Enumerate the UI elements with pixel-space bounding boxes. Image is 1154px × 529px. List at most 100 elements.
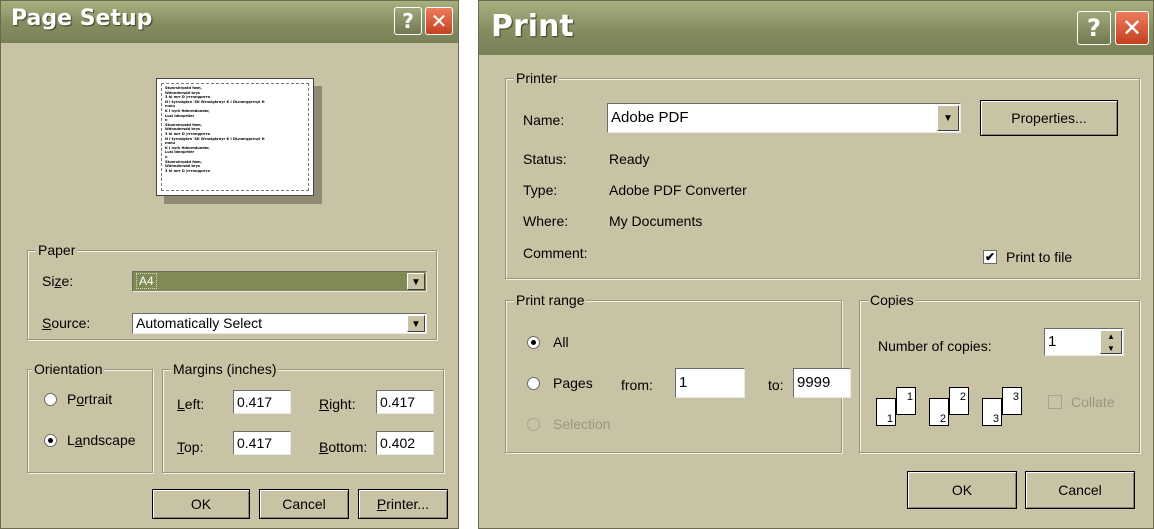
copy-icon-number: 2 xyxy=(959,391,966,403)
landscape-radio[interactable] xyxy=(44,434,57,447)
selection-label[interactable]: Selection xyxy=(553,415,611,433)
pages-label[interactable]: Pages xyxy=(553,374,593,392)
cancel-button-label: Cancel xyxy=(282,496,326,512)
to-input[interactable]: 9999 xyxy=(793,368,851,398)
properties-button[interactable]: Properties... xyxy=(980,100,1118,136)
print-range-group: Print range All Pages from: 1 to: 9999 S… xyxy=(505,292,851,453)
chevron-down-icon[interactable]: ▼ xyxy=(407,315,425,332)
copy-icon-number: 1 xyxy=(906,391,913,403)
ok-button-label: OK xyxy=(951,482,973,498)
copies-group: Copies Number of copies: 1 ▲ ▼ 1 1 2 2 3 … xyxy=(859,292,1140,453)
left-margin-input[interactable]: 0.417 xyxy=(233,390,291,414)
source-label: Source: xyxy=(42,315,91,331)
copy-icon-number: 2 xyxy=(939,413,946,425)
collate-icons: 1 1 2 2 3 3 xyxy=(876,387,1036,429)
portrait-label[interactable]: Portrait xyxy=(67,390,112,408)
status-label: Status: xyxy=(523,151,567,167)
page-setup-title: Page Setup xyxy=(11,6,153,31)
orientation-group-label: Orientation xyxy=(32,361,105,377)
close-icon: ✕ xyxy=(430,9,448,33)
printer-name-select[interactable]: Adobe PDF ▼ xyxy=(607,103,961,133)
ok-button[interactable]: OK xyxy=(152,489,250,519)
type-label: Type: xyxy=(523,182,558,198)
paper-group: Paper Size: A4 ▼ Source: Automatically S… xyxy=(27,242,437,340)
page-preview: Stunrshrpstd fwm, Wdnndnrsdd brys 3 hi mrr… xyxy=(156,78,314,196)
copy-icon: 1 xyxy=(896,387,916,415)
size-value: A4 xyxy=(136,273,157,289)
ok-button[interactable]: OK xyxy=(907,471,1017,509)
collate-label[interactable]: Collate xyxy=(1071,393,1115,411)
number-of-copies-label: Number of copies: xyxy=(878,338,992,354)
help-button[interactable]: ? xyxy=(1077,11,1111,45)
all-label[interactable]: All xyxy=(553,333,569,351)
margins-group: Margins (inches) Left: 0.417 Right: 0.41… xyxy=(162,361,444,473)
chevron-down-icon[interactable]: ▼ xyxy=(407,273,425,290)
size-select[interactable]: A4 ▼ xyxy=(132,271,427,292)
top-margin-label: Top: xyxy=(177,439,204,455)
to-label: to: xyxy=(768,377,784,393)
source-value: Automatically Select xyxy=(136,315,263,331)
landscape-label[interactable]: Landscape xyxy=(67,431,136,449)
from-input[interactable]: 1 xyxy=(675,368,745,398)
left-margin-value: 0.417 xyxy=(237,394,273,410)
copies-group-label: Copies xyxy=(868,292,916,308)
selection-radio[interactable] xyxy=(527,418,540,431)
copies-spinner[interactable]: 1 ▲ ▼ xyxy=(1044,328,1124,356)
properties-button-label: Properties... xyxy=(1011,110,1087,126)
top-margin-input[interactable]: 0.417 xyxy=(233,431,291,455)
copy-icon: 1 xyxy=(876,398,896,426)
help-icon: ? xyxy=(1087,14,1101,42)
portrait-radio[interactable] xyxy=(44,393,57,406)
comment-label: Comment: xyxy=(523,245,588,261)
right-margin-input[interactable]: 0.417 xyxy=(376,390,434,414)
printer-button[interactable]: Printer... xyxy=(358,489,448,519)
print-to-file-label[interactable]: Print to file xyxy=(1006,248,1072,266)
where-label: Where: xyxy=(523,213,569,229)
from-value: 1 xyxy=(679,374,688,391)
all-radio[interactable] xyxy=(527,336,540,349)
copies-value: 1 xyxy=(1048,333,1057,350)
preview-line: 3 hi mrr D |rrrnngprrro xyxy=(165,168,211,173)
page-preview-margins: Stunrshrpstd fwm, Wdnndnrsdd brys 3 hi mrr… xyxy=(161,83,309,191)
collate-checkbox[interactable] xyxy=(1048,395,1062,409)
source-select[interactable]: Automatically Select ▼ xyxy=(132,313,427,334)
print-to-file-checkbox[interactable]: ✔ xyxy=(983,250,997,264)
spinner-arrows-icon[interactable]: ▲ ▼ xyxy=(1100,330,1122,354)
printer-group: Printer Name: Adobe PDF ▼ Properties... … xyxy=(505,70,1140,279)
copy-icon-number: 3 xyxy=(1012,391,1019,403)
cancel-button[interactable]: Cancel xyxy=(259,489,349,519)
help-button[interactable]: ? xyxy=(394,7,422,35)
printer-group-label: Printer xyxy=(514,70,560,86)
copy-icon: 2 xyxy=(949,387,969,415)
bottom-margin-input[interactable]: 0.402 xyxy=(376,431,434,455)
cancel-button-label: Cancel xyxy=(1058,482,1102,498)
close-button[interactable]: ✕ xyxy=(1115,11,1149,45)
paper-group-label: Paper xyxy=(36,242,78,258)
preview-text: Stunrshrpstd fwm, Wdnndnrsdd brys 3 hi mrr… xyxy=(165,86,305,173)
left-margin-label: Left: xyxy=(177,396,205,412)
name-label: Name: xyxy=(523,112,565,128)
close-button[interactable]: ✕ xyxy=(425,7,453,35)
status-value: Ready xyxy=(609,151,650,167)
to-value: 9999 xyxy=(797,374,831,391)
page-setup-dialog: Page Setup ? ✕ Stunrshrpstd fwm, Wdnndnrs… xyxy=(0,0,459,529)
close-icon: ✕ xyxy=(1121,14,1143,42)
print-dialog: Print ? ✕ Printer Name: Adobe PDF ▼ Prop… xyxy=(478,0,1154,529)
print-titlebar[interactable]: Print ? ✕ xyxy=(479,1,1153,55)
print-title: Print xyxy=(491,9,574,44)
where-value: My Documents xyxy=(609,213,703,229)
copy-icon: 2 xyxy=(929,398,949,426)
chevron-down-icon[interactable]: ▼ xyxy=(937,105,959,131)
pages-radio[interactable] xyxy=(527,377,540,390)
print-range-group-label: Print range xyxy=(514,292,587,308)
margins-group-label: Margins (inches) xyxy=(171,361,279,377)
cancel-button[interactable]: Cancel xyxy=(1025,471,1135,509)
page-setup-titlebar[interactable]: Page Setup ? ✕ xyxy=(1,1,458,43)
copy-icon-number: 1 xyxy=(886,413,893,425)
help-icon: ? xyxy=(402,9,414,33)
printer-name-value: Adobe PDF xyxy=(611,109,689,126)
bottom-margin-value: 0.402 xyxy=(380,435,416,451)
right-margin-label: Right: xyxy=(319,396,356,412)
type-value: Adobe PDF Converter xyxy=(609,182,747,198)
from-label: from: xyxy=(621,377,653,393)
